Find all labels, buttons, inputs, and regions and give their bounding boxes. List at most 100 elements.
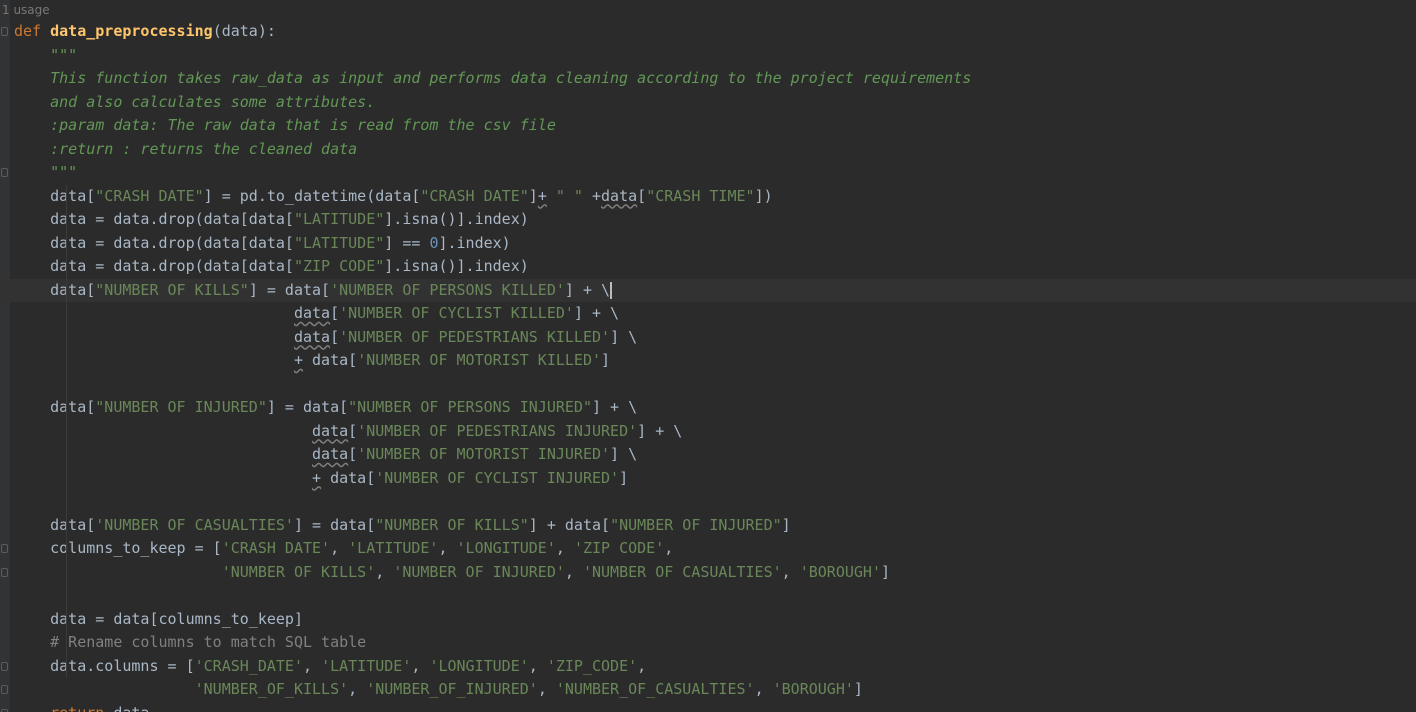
code-token: 'NUMBER OF CYCLIST KILLED' (339, 304, 574, 322)
code-line[interactable]: def data_preprocessing(data): (0, 20, 276, 43)
code-token: ] (781, 515, 791, 534)
code-token: data.columns = [ (14, 656, 195, 675)
code-line[interactable]: data['NUMBER OF PEDESTRIANS INJURED'] + … (0, 420, 682, 443)
code-line[interactable]: data['NUMBER OF MOTORIST INJURED'] \ (0, 443, 637, 466)
code-token: ] == (384, 233, 430, 252)
code-line[interactable]: data['NUMBER OF PEDESTRIANS KILLED'] \ (0, 326, 637, 349)
code-line[interactable]: :return : returns the cleaned data (0, 138, 357, 161)
code-line[interactable]: data = data.drop(data[data["ZIP CODE"].i… (0, 255, 529, 278)
code-token: [ (348, 445, 358, 463)
code-token: , (781, 562, 800, 581)
code-token: ] = data[ (266, 398, 349, 416)
code-token: ].index) (438, 233, 511, 252)
code-line[interactable]: 'NUMBER OF KILLS', 'NUMBER OF INJURED', … (0, 561, 890, 584)
code-token: "CRASH TIME" (646, 186, 755, 205)
code-line[interactable]: data['NUMBER OF CYCLIST KILLED'] + \ (0, 302, 619, 325)
code-line[interactable]: + data['NUMBER OF CYCLIST INJURED'] (0, 467, 628, 490)
code-token: data (293, 304, 331, 322)
code-line[interactable]: data.columns = ['CRASH_DATE', 'LATITUDE'… (0, 655, 646, 678)
code-token: 'ZIP CODE' (573, 539, 665, 557)
code-line[interactable]: data["CRASH DATE"] = pd.to_datetime(data… (0, 185, 773, 208)
code-token: data (104, 704, 149, 712)
code-line[interactable]: :param data: The raw data that is read f… (0, 114, 556, 137)
code-line[interactable]: """ (0, 44, 77, 67)
code-line[interactable]: + data['NUMBER OF MOTORIST KILLED'] (0, 349, 610, 372)
code-token: [ (330, 304, 340, 322)
code-token: 'NUMBER OF CASUALTIES' (582, 562, 782, 581)
code-token: , (637, 656, 647, 675)
code-token: ] = pd.to_datetime(data[ (203, 186, 421, 205)
code-token: data = data[columns_to_keep] (14, 609, 303, 628)
code-line[interactable]: 'NUMBER_OF_KILLS', 'NUMBER_OF_INJURED', … (0, 678, 863, 701)
code-token: "NUMBER OF INJURED" (610, 515, 782, 534)
code-token: """ (14, 163, 78, 181)
code-token: data[ (14, 398, 96, 416)
code-token: data = data.drop(data[data[ (14, 257, 294, 275)
code-line[interactable] (0, 490, 14, 513)
code-line[interactable]: return data (0, 702, 149, 712)
code-token: ] (601, 351, 611, 369)
code-token: , (303, 656, 322, 675)
code-token: ].isna()].index) (384, 257, 529, 275)
code-line[interactable]: """ (0, 161, 77, 184)
code-line[interactable]: data = data.drop(data[data["LATITUDE"].i… (0, 208, 529, 231)
fold-marker-icon[interactable] (1, 544, 8, 553)
code-token: data[ (14, 186, 96, 205)
code-token: 'NUMBER OF CYCLIST INJURED' (375, 468, 620, 487)
code-token: columns_to_keep = [ (14, 539, 222, 557)
code-token: + (582, 186, 602, 205)
fold-marker-icon[interactable] (1, 567, 8, 577)
code-line[interactable]: and also calculates some attributes. (0, 91, 375, 114)
code-line[interactable] (0, 584, 14, 607)
code-token: 'BOROUGH' (799, 562, 881, 581)
code-line[interactable]: columns_to_keep = ['CRASH DATE', 'LATITU… (0, 537, 673, 560)
code-token: [ (330, 327, 340, 346)
code-line[interactable]: data["NUMBER OF KILLS"] = data['NUMBER O… (0, 278, 1416, 302)
fold-marker-icon[interactable] (1, 708, 8, 712)
code-token: data (293, 327, 331, 346)
code-token: , (375, 562, 394, 581)
code-line[interactable]: This function takes raw_data as input an… (0, 67, 971, 90)
code-token: + (537, 186, 547, 205)
code-token: 'NUMBER_OF_CASUALTIES' (555, 680, 755, 698)
code-token: + (312, 468, 322, 487)
usage-hint[interactable]: 1 usage (0, 0, 50, 20)
fold-marker-icon[interactable] (1, 685, 8, 694)
code-token: return (50, 704, 104, 712)
fold-marker-icon[interactable] (1, 661, 8, 671)
code-token: ] = data[ (248, 280, 331, 299)
fold-marker-icon[interactable] (1, 168, 8, 177)
code-line[interactable]: # Rename columns to match SQL table (0, 631, 366, 654)
code-token: 'LATITUDE' (348, 539, 439, 557)
code-token: data = data.drop(data[data[ (14, 210, 294, 228)
code-line[interactable] (0, 373, 14, 396)
code-token: [ (348, 421, 358, 440)
code-token: "CRASH DATE" (95, 186, 204, 205)
code-line[interactable]: data['NUMBER OF CASUALTIES'] = data["NUM… (0, 514, 791, 537)
code-token: data[ (303, 351, 358, 369)
code-token: data[ (321, 468, 376, 487)
code-line[interactable]: data["NUMBER OF INJURED"] = data["NUMBER… (0, 396, 637, 419)
code-token: , (537, 680, 556, 698)
code-token: This function takes raw_data as input an… (14, 69, 972, 87)
code-editor[interactable]: 1 usage def data_preprocessing(data): ""… (0, 0, 1416, 712)
fold-marker-icon[interactable] (1, 27, 8, 36)
code-token: ] = data[ (293, 515, 376, 534)
code-token: :return : returns the cleaned data (14, 139, 358, 158)
code-token: 'NUMBER OF MOTORIST INJURED' (357, 445, 611, 463)
code-line[interactable]: data = data[columns_to_keep] (0, 608, 303, 631)
code-token: data (601, 186, 638, 205)
code-token: 'NUMBER OF INJURED' (393, 562, 565, 581)
code-token: ] + \ (592, 398, 638, 416)
code-token: 'NUMBER_OF_INJURED' (366, 680, 538, 698)
code-token: ].isna()].index) (384, 210, 529, 228)
code-token: ] (853, 680, 863, 698)
code-token: data_preprocessing (50, 22, 213, 40)
code-line[interactable]: data = data.drop(data[data["LATITUDE"] =… (0, 232, 511, 255)
code-token: 'ZIP_CODE' (546, 656, 638, 675)
